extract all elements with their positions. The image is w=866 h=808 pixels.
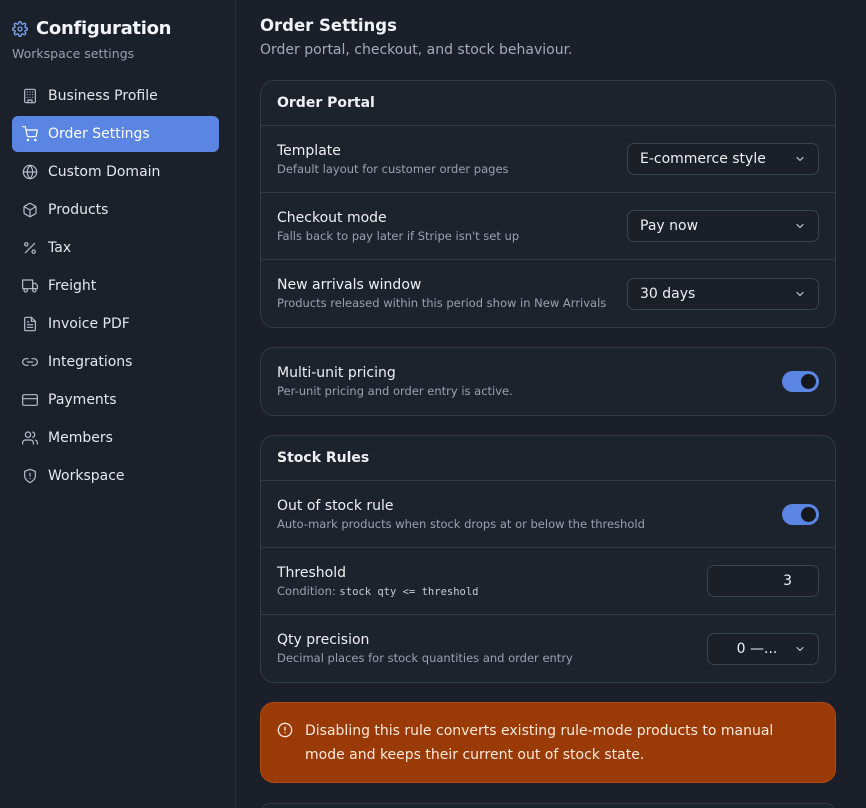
out-of-stock-toggle[interactable] [782, 503, 819, 525]
row-label: Out of stock rule [277, 497, 394, 514]
building-icon [22, 88, 38, 104]
box-icon [22, 202, 38, 218]
sidebar-item-label: Custom Domain [48, 164, 161, 180]
sidebar-item-business-profile[interactable]: Business Profile [12, 78, 219, 114]
threshold-row: Threshold Condition: stock qty <= thresh… [261, 548, 835, 615]
row-description: Decimal places for stock quantities and … [277, 651, 573, 665]
order-portal-card: Order Portal Template Default layout for… [260, 80, 836, 328]
gear-icon [12, 20, 28, 37]
sidebar-item-payments[interactable]: Payments [12, 382, 219, 418]
warning-alert: Disabling this rule converts existing ru… [260, 702, 836, 783]
multi-unit-row: Multi-unit pricing Per-unit pricing and … [261, 348, 835, 415]
row-description: Per-unit pricing and order entry is acti… [277, 384, 513, 398]
sidebar-brand: Configuration [12, 18, 171, 39]
sidebar-item-label: Integrations [48, 354, 133, 370]
row-label: Multi-unit pricing [277, 365, 396, 381]
sidebar-item-label: Products [48, 202, 109, 218]
new-arrivals-row: New arrivals window Products released wi… [261, 260, 835, 327]
qty-precision-row: Qty precision Decimal places for stock q… [261, 615, 835, 682]
next-card [260, 803, 836, 808]
select-value: Pay now [640, 218, 699, 234]
card-heading: Order Portal [261, 81, 835, 126]
sidebar-item-label: Freight [48, 278, 97, 294]
checkout-mode-select[interactable]: Pay now [627, 210, 819, 242]
alert-text: Disabling this rule converts existing ru… [305, 723, 774, 763]
row-label: New arrivals window [277, 277, 422, 293]
chevron-down-icon [794, 643, 806, 655]
sidebar-item-label: Invoice PDF [48, 316, 130, 332]
sidebar-item-label: Tax [48, 240, 72, 256]
sidebar-item-order-settings[interactable]: Order Settings [12, 116, 219, 152]
new-arrivals-select[interactable]: 30 days [627, 277, 819, 310]
multi-unit-card: Multi-unit pricing Per-unit pricing and … [260, 347, 836, 416]
row-description: Products released within this period sho… [277, 296, 607, 310]
sidebar-item-label: Payments [48, 392, 117, 408]
shield-icon [22, 468, 38, 484]
qty-precision-select[interactable]: 0 —... [707, 632, 819, 665]
sidebar-item-label: Order Settings [48, 126, 150, 142]
sidebar-item-custom-domain[interactable]: Custom Domain [12, 154, 219, 190]
info-icon [277, 722, 293, 738]
page-subtitle: Order portal, checkout, and stock behavi… [260, 42, 573, 58]
sidebar-item-members[interactable]: Members [12, 420, 219, 456]
row-description: Auto-mark products when stock drops at o… [277, 516, 645, 531]
chevron-down-icon [794, 288, 806, 300]
multi-unit-toggle[interactable] [782, 371, 819, 392]
credit-card-icon [22, 392, 38, 408]
cart-icon [22, 126, 38, 142]
template-select[interactable]: E-commerce style [627, 143, 819, 175]
percent-icon [22, 240, 38, 256]
truck-icon [22, 278, 38, 294]
select-value: 0 —... [736, 640, 778, 657]
row-description: Default layout for customer order pages [277, 161, 509, 176]
sidebar-item-invoice-pdf[interactable]: Invoice PDF [12, 306, 219, 342]
condition-code: stock qty <= threshold [339, 585, 479, 598]
sidebar-item-products[interactable]: Products [12, 192, 219, 228]
row-description: Falls back to pay later if Stripe isn't … [277, 228, 520, 243]
sidebar-title: Configuration [36, 18, 172, 39]
stock-rules-card: Stock Rules Out of stock rule Auto-mark … [260, 435, 836, 683]
file-icon [22, 316, 38, 332]
row-label: Template [277, 142, 341, 159]
out-of-stock-row: Out of stock rule Auto-mark products whe… [261, 481, 835, 548]
chevron-down-icon [794, 220, 806, 232]
template-row: Template Default layout for customer ord… [261, 126, 835, 193]
sidebar-item-integrations[interactable]: Integrations [12, 344, 219, 380]
globe-icon [22, 164, 38, 180]
checkout-mode-row: Checkout mode Falls back to pay later if… [261, 193, 835, 260]
row-label: Qty precision [277, 632, 370, 648]
page-title: Order Settings [260, 16, 397, 35]
sidebar-item-workspace[interactable]: Workspace [12, 458, 219, 494]
sidebar-item-label: Members [48, 430, 113, 446]
sidebar-item-label: Business Profile [48, 88, 158, 104]
sidebar-nav: Business Profile Order Settings Custom D… [12, 78, 219, 496]
link-icon [22, 354, 38, 370]
condition-prefix: Condition: [277, 583, 340, 598]
row-label: Threshold [277, 564, 346, 581]
sidebar-subtitle: Workspace settings [12, 46, 135, 61]
row-description: Condition: stock qty <= threshold [277, 584, 479, 598]
sidebar-item-tax[interactable]: Tax [12, 230, 219, 266]
chevron-down-icon [794, 153, 806, 165]
sidebar: Configuration Workspace settings Busines… [0, 0, 236, 808]
threshold-input[interactable] [707, 565, 819, 597]
select-value: E-commerce style [640, 151, 766, 167]
select-value: 30 days [640, 285, 696, 302]
sidebar-item-label: Workspace [48, 468, 125, 484]
row-label: Checkout mode [277, 209, 387, 226]
users-icon [22, 430, 38, 446]
sidebar-item-freight[interactable]: Freight [12, 268, 219, 304]
card-heading: Stock Rules [261, 436, 835, 481]
